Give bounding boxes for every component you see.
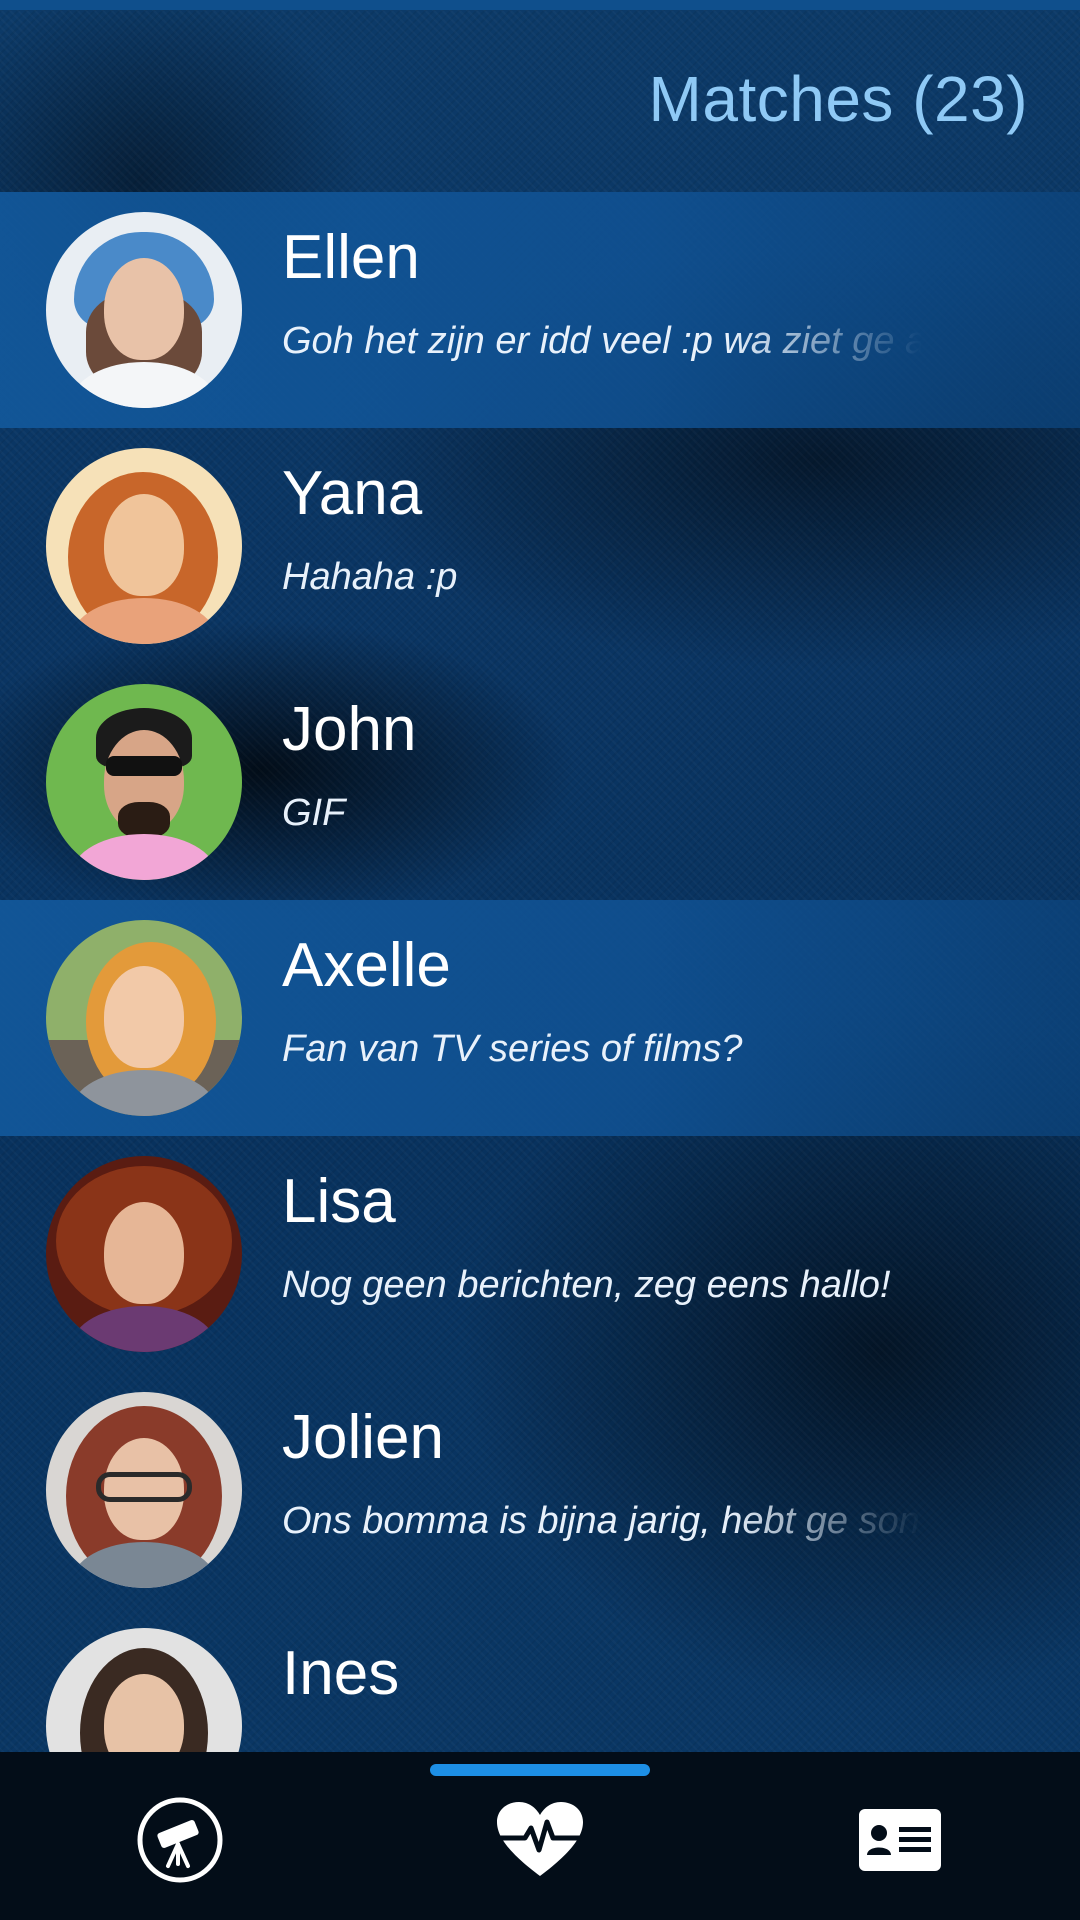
match-name: Ellen	[282, 223, 420, 292]
last-message: Ons bomma is bijna jarig, hebt ge son	[282, 1500, 920, 1542]
header: Matches (23)	[0, 10, 1080, 192]
match-name: Lisa	[282, 1167, 396, 1236]
last-message: Goh het zijn er idd veel :p wa ziet ge a	[282, 320, 922, 362]
match-name: Yana	[282, 459, 423, 528]
active-tab-indicator	[430, 1764, 650, 1776]
avatar	[46, 684, 242, 880]
match-row-ines[interactable]: Ines	[0, 1608, 1080, 1752]
match-name: Axelle	[282, 931, 451, 1000]
match-row-axelle[interactable]: Axelle Fan van TV series of films?	[0, 900, 1080, 1136]
matches-screen: Matches (23) Ellen Goh het zijn er idd v…	[0, 0, 1080, 1920]
last-message: Nog geen berichten, zeg eens hallo!	[282, 1264, 891, 1306]
matches-list[interactable]: Ellen Goh het zijn er idd veel :p wa zie…	[0, 192, 1080, 1752]
match-row-ellen[interactable]: Ellen Goh het zijn er idd veel :p wa zie…	[0, 192, 1080, 428]
match-name: Jolien	[282, 1403, 444, 1472]
avatar	[46, 1156, 242, 1352]
page-title: Matches (23)	[648, 63, 1028, 135]
status-strip	[0, 0, 1080, 10]
avatar	[46, 1628, 242, 1752]
avatar	[46, 448, 242, 644]
profile-card-icon	[857, 1807, 943, 1873]
last-message: GIF	[282, 792, 346, 834]
match-name: Ines	[282, 1639, 400, 1708]
match-name: John	[282, 695, 417, 764]
match-row-john[interactable]: John GIF	[0, 664, 1080, 900]
nav-profile-button[interactable]	[840, 1790, 960, 1890]
match-row-jolien[interactable]: Jolien Ons bomma is bijna jarig, hebt ge…	[0, 1372, 1080, 1608]
avatar	[46, 212, 242, 408]
avatar	[46, 1392, 242, 1588]
nav-matches-button[interactable]	[480, 1790, 600, 1890]
heart-pulse-icon	[495, 1800, 585, 1880]
avatar	[46, 920, 242, 1116]
match-row-yana[interactable]: Yana Hahaha :p	[0, 428, 1080, 664]
last-message: Hahaha :p	[282, 556, 458, 598]
nav-explore-button[interactable]	[120, 1790, 240, 1890]
last-message: Fan van TV series of films?	[282, 1028, 743, 1070]
match-row-lisa[interactable]: Lisa Nog geen berichten, zeg eens hallo!	[0, 1136, 1080, 1372]
telescope-icon	[136, 1796, 224, 1884]
